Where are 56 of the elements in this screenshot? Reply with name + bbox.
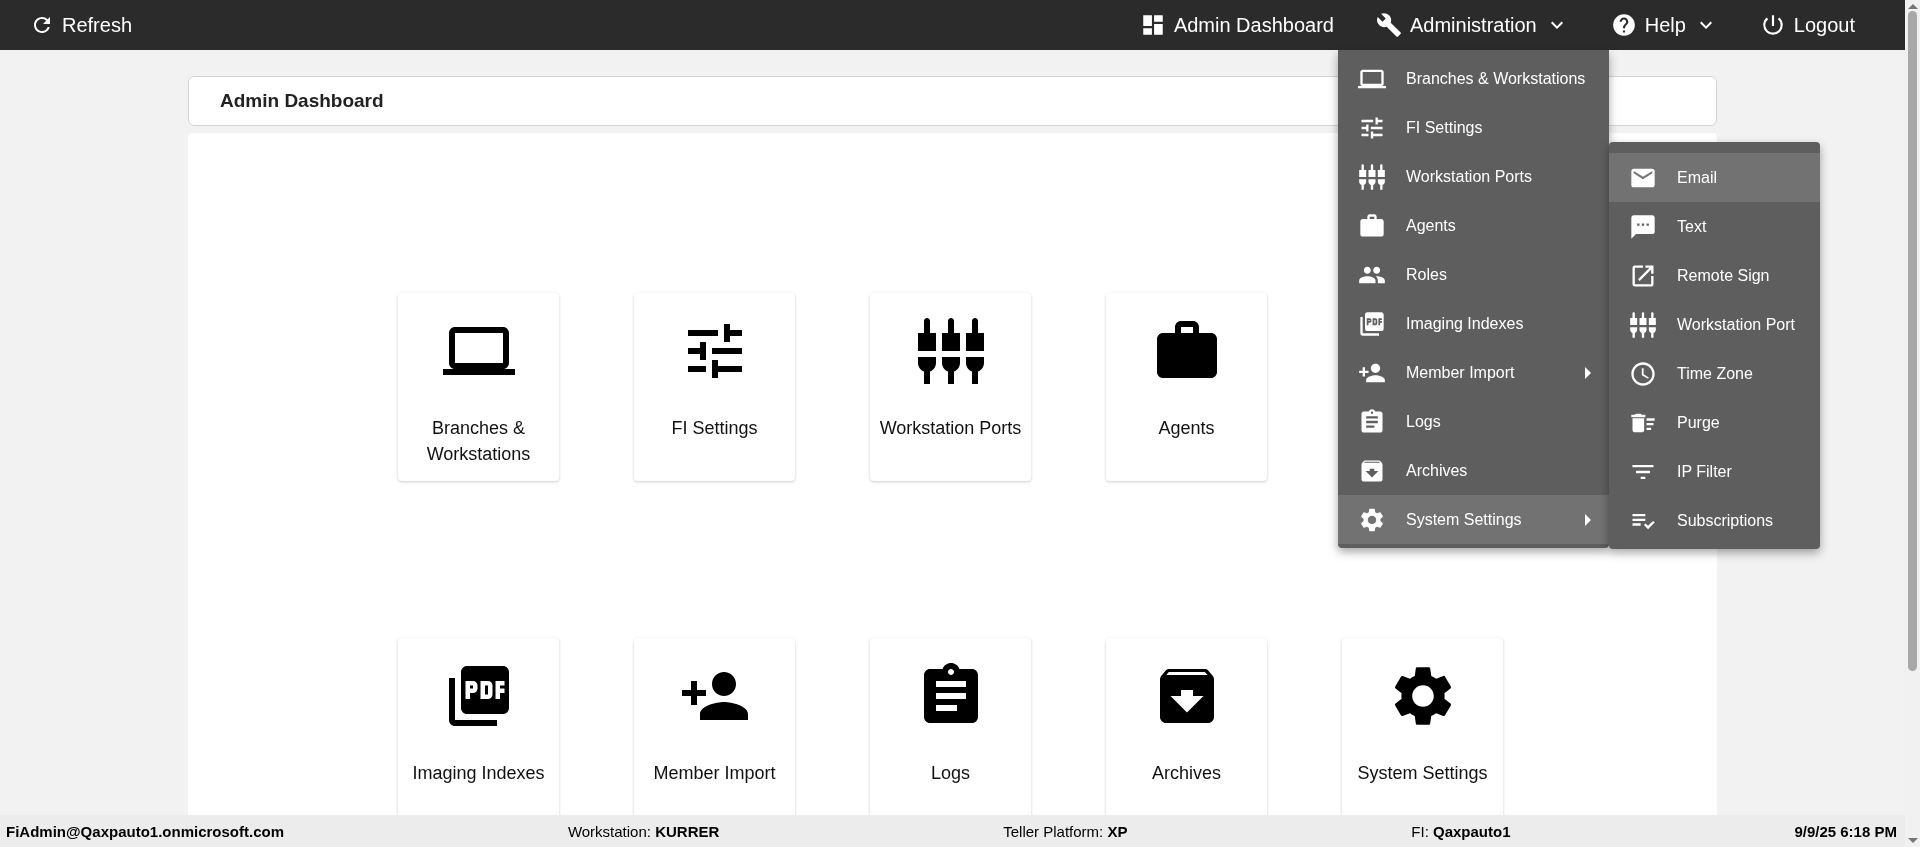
chat-bubble-icon: [1629, 212, 1657, 241]
tile-label: Member Import: [653, 762, 776, 785]
nav-menu-item[interactable]: Help: [1610, 8, 1718, 42]
menu-item[interactable]: System Settings: [1338, 495, 1609, 544]
clock-icon: [1629, 359, 1657, 388]
nav-menu-item[interactable]: Logout: [1759, 8, 1855, 42]
workstation-info: Workstation: KURRER: [567, 822, 720, 840]
submenu-item[interactable]: Workstation Port: [1609, 300, 1820, 349]
menu-item[interactable]: Member Import: [1338, 348, 1609, 397]
tile-label: Workstation Ports: [879, 417, 1022, 440]
dashboard-tile[interactable]: Imaging Indexes: [398, 638, 559, 815]
pdf-files-icon: [1358, 309, 1386, 338]
refresh-button[interactable]: Refresh: [30, 9, 133, 41]
help-icon: [1610, 12, 1637, 38]
date-time: 9/9/25 6:18 PM: [1794, 822, 1897, 840]
menu-item[interactable]: Workstation Ports: [1338, 152, 1609, 201]
menu-item[interactable]: FI Settings: [1338, 103, 1609, 152]
tile-label: System Settings: [1357, 762, 1488, 785]
menu-item[interactable]: Imaging Indexes: [1338, 299, 1609, 348]
tile-label: Imaging Indexes: [412, 762, 545, 785]
submenu-item[interactable]: Text: [1609, 202, 1820, 251]
nav-menu-item[interactable]: Admin Dashboard: [1139, 8, 1334, 42]
submenu-item[interactable]: Purge: [1609, 398, 1820, 447]
tile-label: Branches & Workstations: [425, 417, 532, 466]
menu-item[interactable]: Archives: [1338, 446, 1609, 495]
dashboard-tile[interactable]: Workstation Ports: [870, 293, 1031, 481]
submenu-item[interactable]: IP Filter: [1609, 447, 1820, 496]
dashboard-tile[interactable]: Agents: [1106, 293, 1267, 481]
submenu-item[interactable]: Time Zone: [1609, 349, 1820, 398]
plugs-icon: [1629, 310, 1657, 339]
scroll-down-arrow-icon[interactable]: [1907, 838, 1918, 843]
fi-info: FI: Qaxpauto1: [1411, 822, 1511, 840]
menu-item[interactable]: Logs: [1338, 397, 1609, 446]
submenu-item[interactable]: Email: [1609, 153, 1820, 202]
wrench-icon: [1375, 12, 1402, 38]
submenu-item[interactable]: Subscriptions: [1609, 496, 1820, 545]
submenu-item[interactable]: Remote Sign: [1609, 251, 1820, 300]
plugs-icon: [1358, 162, 1386, 191]
dashboard-tile[interactable]: System Settings: [1342, 638, 1503, 815]
dashboard-tile[interactable]: FI Settings: [634, 293, 795, 481]
tile-label: FI Settings: [671, 417, 758, 440]
tile-label: Archives: [1152, 762, 1221, 785]
menu-item[interactable]: Roles: [1338, 250, 1609, 299]
page-title: Admin Dashboard: [220, 90, 384, 112]
user-email: FiAdmin@Qaxpauto1.onmicrosoft.com: [6, 822, 284, 840]
menu-item[interactable]: Branches & Workstations: [1338, 54, 1609, 103]
dashboard-tile[interactable]: Logs: [870, 638, 1031, 815]
briefcase-icon: [1358, 211, 1386, 240]
menu-item[interactable]: Agents: [1338, 201, 1609, 250]
dashboard-tile[interactable]: Archives: [1106, 638, 1267, 815]
nav-menu-item[interactable]: Administration: [1375, 8, 1569, 42]
dashboard-tile[interactable]: Member Import: [634, 638, 795, 815]
dashboard-tile[interactable]: Branches & Workstations: [398, 293, 559, 481]
tile-label: Agents: [1158, 417, 1215, 440]
platform-info: Teller Platform: XP: [1003, 822, 1128, 840]
tile-label: Logs: [930, 762, 970, 785]
